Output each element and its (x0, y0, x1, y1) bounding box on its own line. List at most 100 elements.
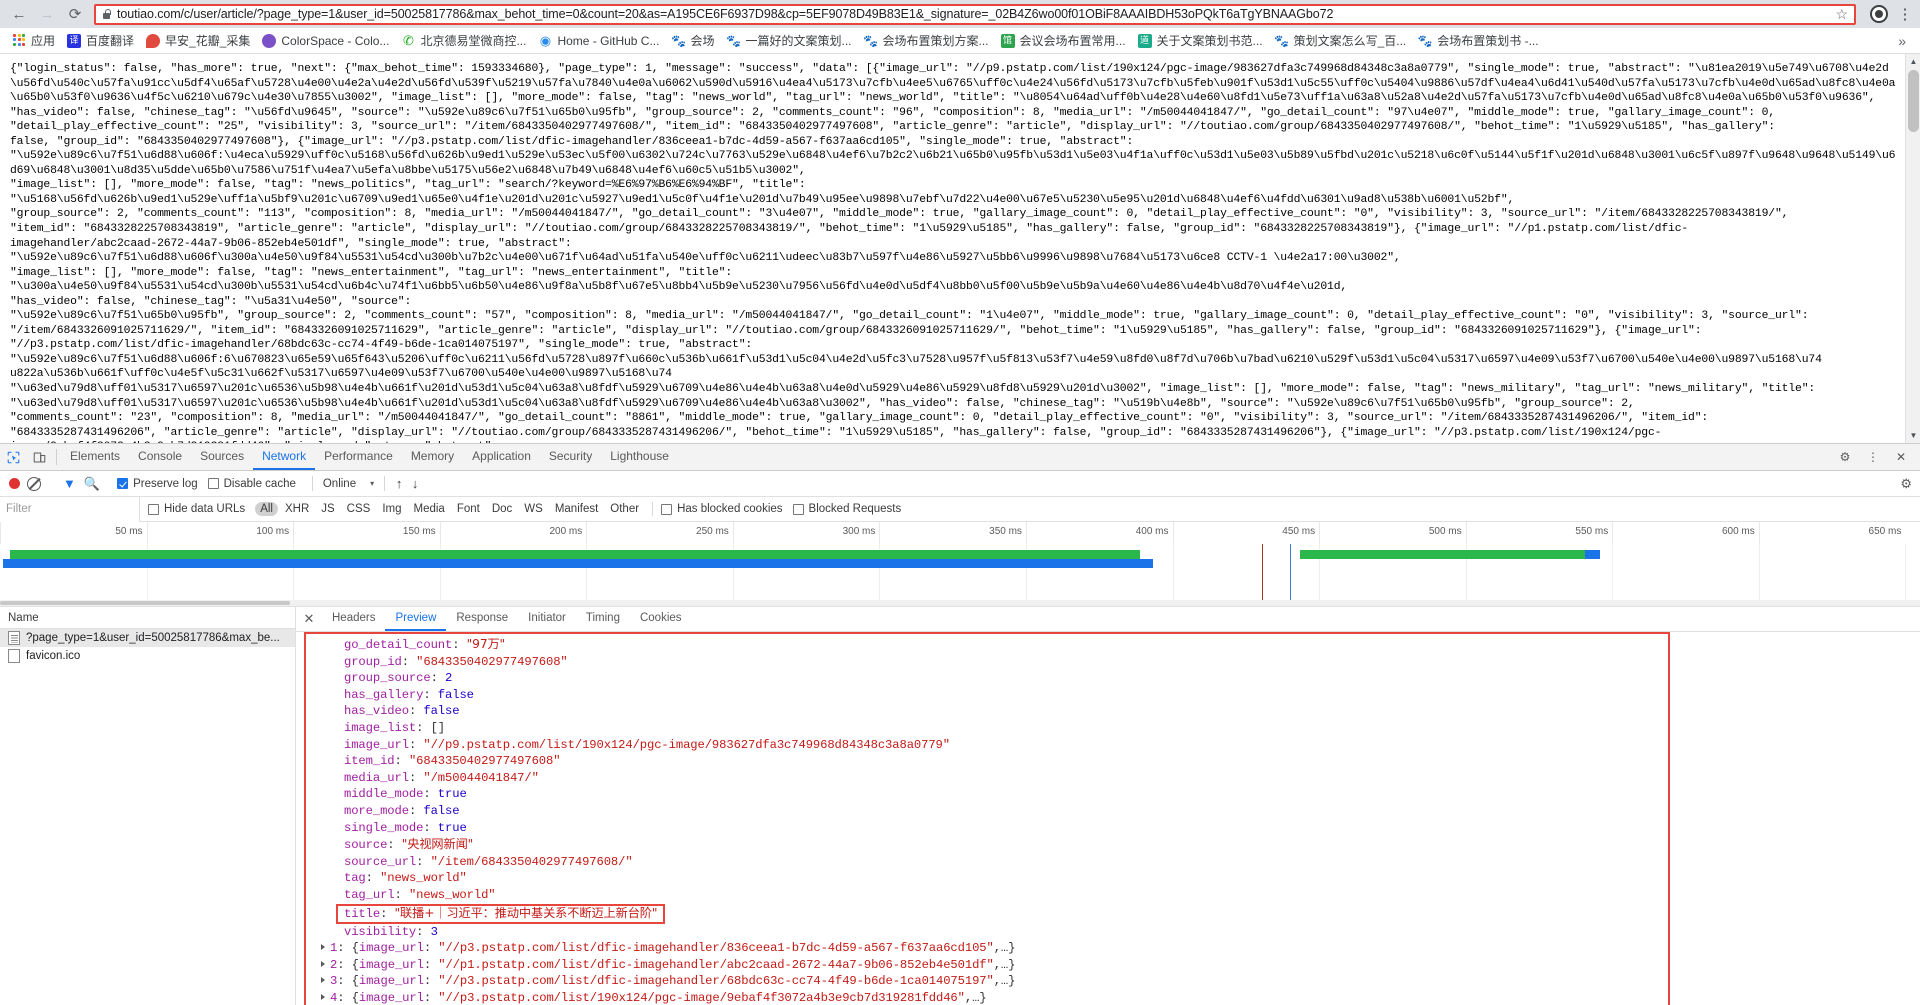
import-har-icon[interactable]: ↑ (391, 476, 407, 491)
bookmark-item[interactable]: 🐾 一篇好的文案策划... (721, 30, 858, 51)
filter-type-other[interactable]: Other (605, 502, 644, 516)
chrome-menu-icon[interactable]: ⋮ (1896, 5, 1914, 23)
bookmark-item[interactable]: ◉ Home - GitHub C... (532, 32, 665, 50)
filter-type-css[interactable]: CSS (342, 502, 376, 516)
throttling-select[interactable]: Online ▾ (323, 478, 374, 490)
blocked-requests-toggle[interactable]: Blocked Requests (792, 503, 901, 515)
bookmark-item[interactable]: 早安_花瓣_采集 (140, 30, 256, 51)
devtools-tab-application[interactable]: Application (463, 444, 540, 470)
timeline-ruler: 50 ms 100 ms 150 ms 200 ms 250 ms 300 ms 350 m… (0, 522, 1920, 544)
preserve-log-checkbox[interactable] (117, 478, 129, 489)
json-colon: : (337, 941, 352, 956)
filter-type-js[interactable]: JS (316, 502, 339, 516)
devtools-settings-icon[interactable]: ⚙ (1832, 450, 1858, 464)
reload-button[interactable]: ⟳ (62, 1, 88, 27)
devtools-tab-elements[interactable]: Elements (61, 444, 129, 470)
hide-data-urls-toggle[interactable]: Hide data URLs (148, 503, 245, 515)
disable-cache-toggle[interactable]: Disable cache (207, 478, 296, 490)
has-blocked-cookies-checkbox[interactable] (661, 503, 673, 515)
devtools-tab-lighthouse[interactable]: Lighthouse (601, 444, 678, 470)
bookmark-item[interactable]: ✆ 北京德易堂微商控... (395, 30, 532, 51)
filter-type-img[interactable]: Img (377, 502, 406, 516)
expand-triangle-icon[interactable] (321, 993, 325, 1000)
devtools-tab-security[interactable]: Security (540, 444, 601, 470)
filter-type-xhr[interactable]: XHR (280, 502, 314, 516)
has-blocked-cookies-toggle[interactable]: Has blocked cookies (661, 503, 783, 515)
json-collapsed-item[interactable]: 1: {image_url: "//p3.pstatp.com/list/dfi… (306, 940, 1668, 957)
bookmarks-overflow-chevron[interactable]: » (1898, 33, 1914, 49)
json-collapsed-item[interactable]: 4: {image_url: "//p3.pstatp.com/list/190… (306, 990, 1668, 1005)
json-preview-viewer[interactable]: go_detail_count: "97万" group_id: "6843350… (304, 632, 1670, 1005)
filter-type-all[interactable]: All (255, 502, 278, 516)
json-colon: : (416, 720, 431, 735)
back-button[interactable]: ← (6, 1, 32, 27)
detail-tab-cookies[interactable]: Cookies (630, 607, 692, 631)
bookmark-item[interactable]: 🐾 策划文案怎么写_百... (1269, 30, 1413, 51)
request-list-header[interactable]: Name (0, 607, 295, 629)
expand-triangle-icon[interactable] (321, 944, 325, 951)
json-line: media_url: "/m50044041847/" (306, 770, 1668, 787)
filter-type-doc[interactable]: Doc (487, 502, 517, 516)
bookmark-item[interactable]: 🐾 会场布置策划方案... (858, 30, 995, 51)
hide-data-urls-checkbox[interactable] (148, 503, 159, 515)
filter-type-ws[interactable]: WS (519, 502, 548, 516)
bookmark-item[interactable]: 应用 (6, 30, 61, 51)
detail-tab-preview[interactable]: Preview (385, 607, 447, 631)
clear-button[interactable] (27, 476, 41, 491)
title-highlight-box: title: "联播+｜习近平：推动中基关系不断迈上新台阶" (336, 903, 666, 924)
network-timeline-overview[interactable]: 50 ms 100 ms 150 ms 200 ms 250 ms 300 ms 350 m… (0, 522, 1920, 607)
filter-type-media[interactable]: Media (409, 502, 450, 516)
devtools-close-icon[interactable]: ✕ (1888, 450, 1914, 464)
bookmark-item[interactable]: 🐾 会场布置策划书 -... (1412, 30, 1544, 51)
record-button[interactable] (9, 478, 20, 489)
export-har-icon[interactable]: ↓ (407, 476, 423, 491)
forward-button[interactable]: → (34, 1, 60, 27)
filter-input[interactable] (0, 496, 140, 522)
bookmark-star-icon[interactable]: ☆ (1829, 6, 1848, 23)
devtools-tab-console[interactable]: Console (129, 444, 191, 470)
search-icon[interactable]: 🔍 (84, 476, 100, 492)
devtools-more-icon[interactable]: ⋮ (1860, 450, 1886, 464)
json-colon: : (408, 704, 424, 719)
expand-triangle-icon[interactable] (321, 960, 325, 967)
detail-tab-initiator[interactable]: Initiator (518, 607, 576, 631)
bookmark-item[interactable]: 馆会议会场布置常用... (995, 30, 1132, 51)
request-row[interactable]: favicon.ico (0, 647, 295, 665)
preserve-log-toggle[interactable]: Preserve log (117, 478, 198, 490)
blocked-requests-checkbox[interactable] (792, 503, 804, 515)
devtools-tab-sources[interactable]: Sources (191, 444, 253, 470)
devtools-tab-memory[interactable]: Memory (402, 444, 463, 470)
expand-triangle-icon[interactable] (321, 977, 325, 984)
bookmark-item[interactable]: ColorSpace - Colo... (256, 32, 395, 50)
close-detail-icon[interactable]: ✕ (296, 607, 322, 631)
timeline-scrollbar[interactable] (0, 600, 1920, 606)
detail-tab-timing[interactable]: Timing (576, 607, 630, 631)
request-row[interactable]: ?page_type=1&user_id=50025817786&max_be.… (0, 629, 295, 647)
page-scrollbar[interactable]: ▲ ▼ (1905, 54, 1920, 443)
json-collapsed-item[interactable]: 3: {image_url: "//p3.pstatp.com/list/dfi… (306, 973, 1668, 990)
network-settings-icon[interactable]: ⚙ (1900, 476, 1916, 492)
device-toolbar-icon[interactable] (26, 444, 52, 470)
scroll-down-icon[interactable]: ▼ (1906, 428, 1920, 443)
detail-tab-headers[interactable]: Headers (322, 607, 385, 631)
scroll-up-icon[interactable]: ▲ (1906, 54, 1920, 69)
address-bar[interactable]: toutiao.com/c/user/article/?page_type=1&… (94, 3, 1856, 25)
bookmark-item[interactable]: 译百度翻译 (61, 30, 140, 51)
json-collapsed-item[interactable]: 2: {image_url: "//p1.pstatp.com/list/dfi… (306, 957, 1668, 974)
filter-icon[interactable]: ▼ (63, 476, 76, 491)
scrollbar-thumb[interactable] (1908, 70, 1919, 132)
json-colon: : (387, 838, 402, 853)
json-object-preview: {image_url: "//p1.pstatp.com/list/dfic-i… (351, 957, 1016, 972)
timeline-scrollbar-thumb[interactable] (0, 601, 290, 605)
detail-tab-response[interactable]: Response (446, 607, 518, 631)
bookmark-item[interactable]: 🐾 会场 (665, 30, 720, 51)
filter-type-manifest[interactable]: Manifest (550, 502, 603, 516)
devtools-tab-performance[interactable]: Performance (315, 444, 402, 470)
disable-cache-checkbox[interactable] (207, 478, 219, 489)
bookmark-item[interactable]: 道关于文案策划书范... (1132, 30, 1269, 51)
devtools-tab-network[interactable]: Network (253, 444, 316, 470)
inspect-element-icon[interactable] (0, 444, 26, 470)
column-header-name: Name (8, 611, 39, 624)
filter-type-font[interactable]: Font (452, 502, 485, 516)
profile-avatar[interactable] (1870, 5, 1888, 23)
